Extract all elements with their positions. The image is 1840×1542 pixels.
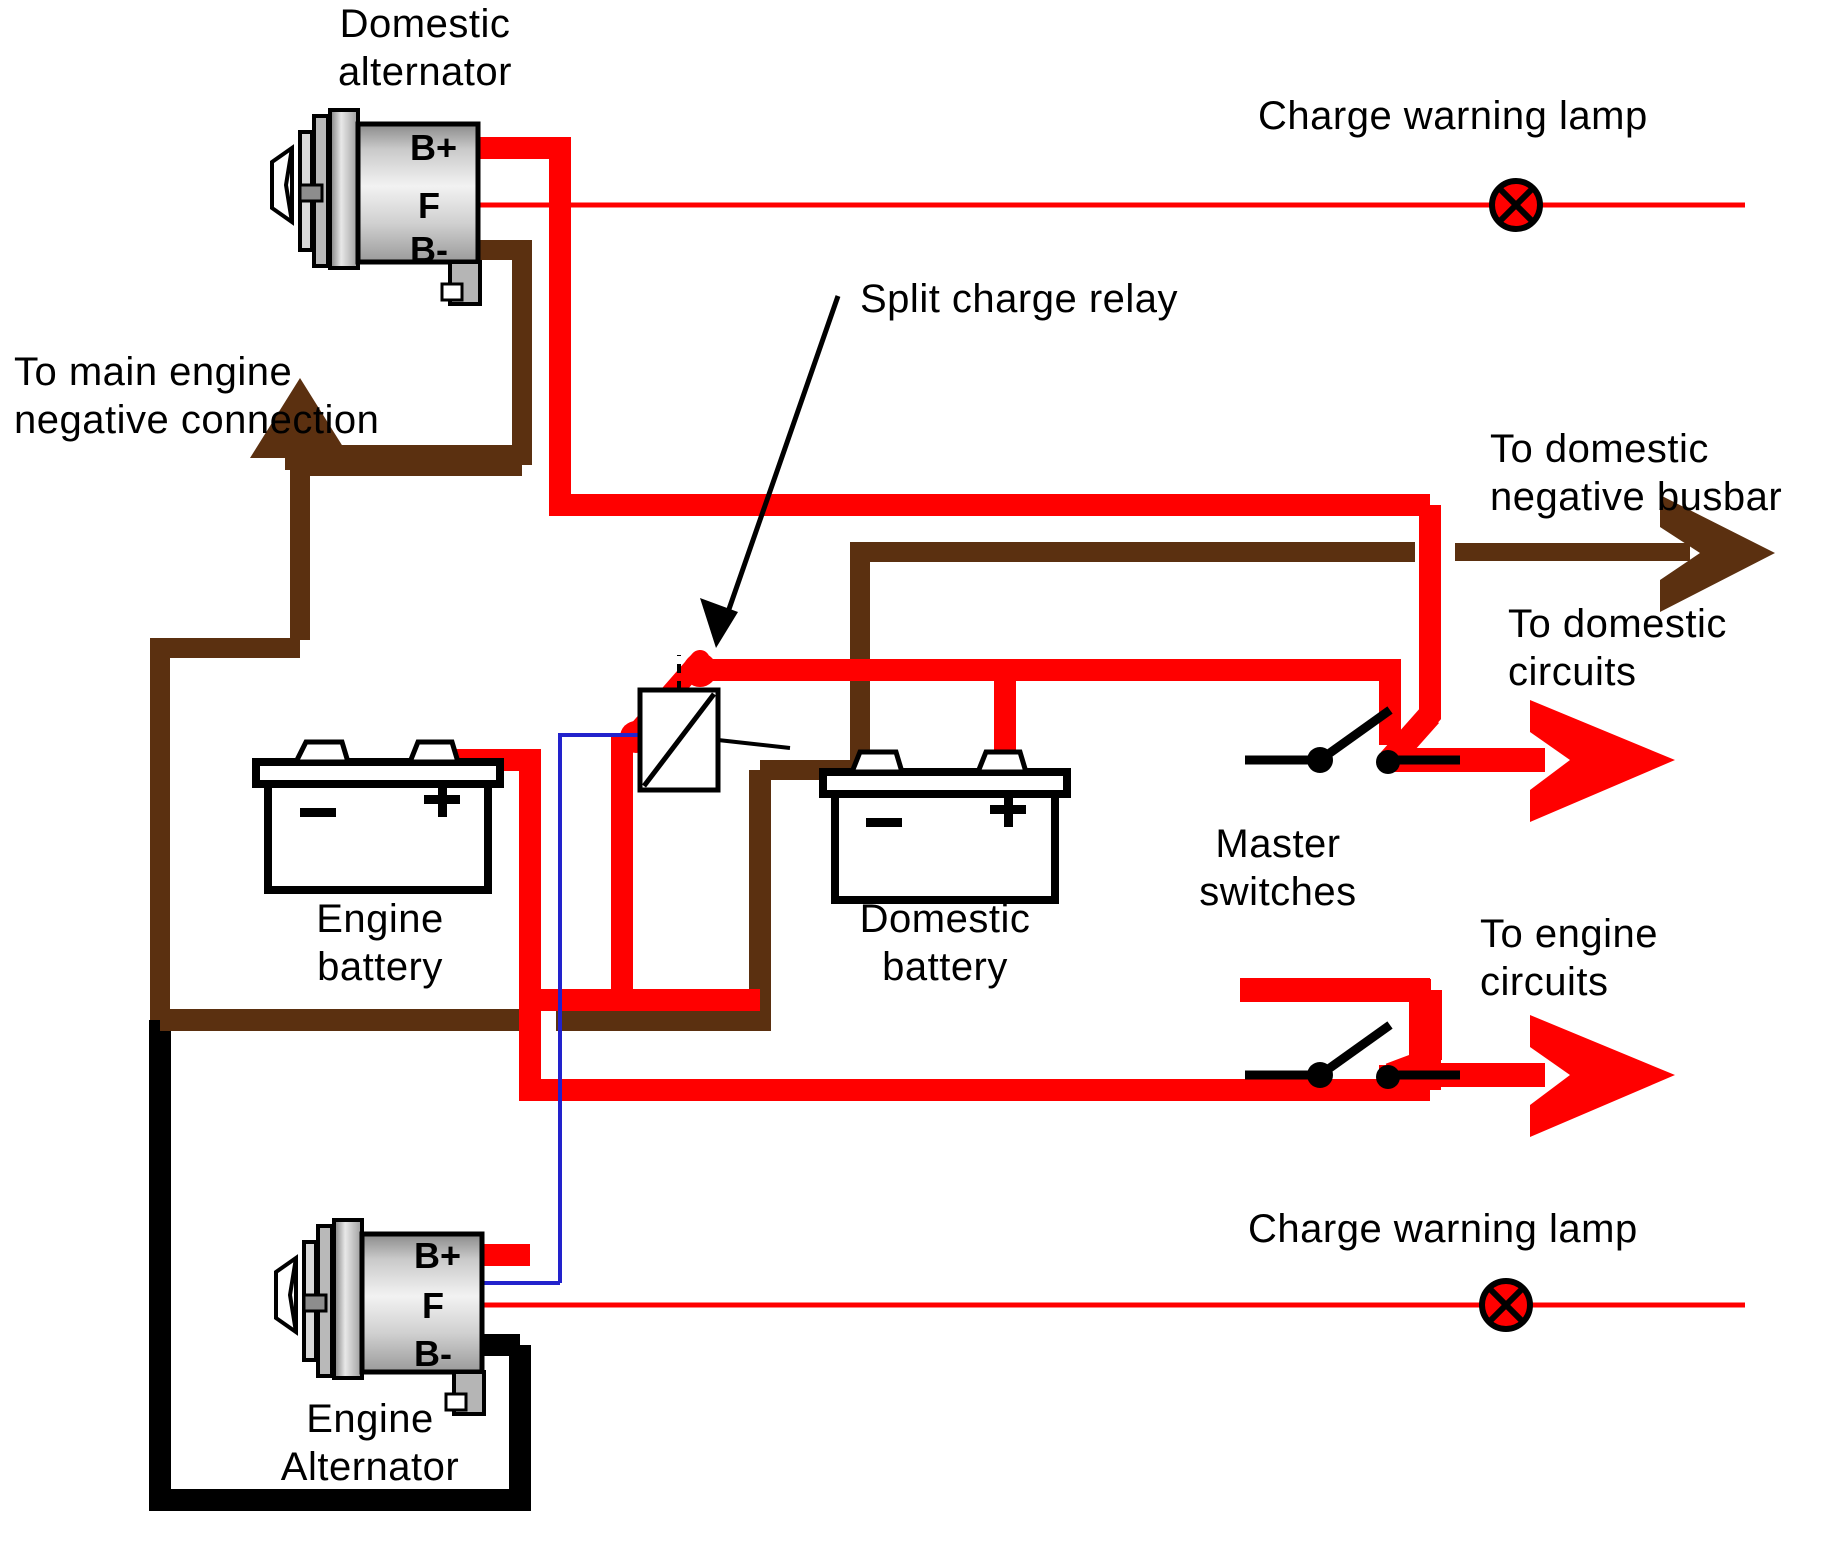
label-charge-warning-lamp-bottom: Charge warning lamp [1248,1207,1638,1251]
charge-warning-lamp-engine[interactable] [1479,1278,1533,1332]
terminal-label-domestic-f: F [418,185,440,226]
label-split-charge-relay: Split charge relay [860,277,1179,321]
terminal-label-domestic-b-plus: B+ [410,127,458,168]
engine-battery [252,739,504,894]
terminal-label-domestic-b-minus: B- [410,229,448,270]
charge-warning-lamp-domestic[interactable] [1489,178,1543,232]
domestic-battery [819,749,1071,904]
label-to-main-engine-negative: To main engine negative connection [14,350,380,442]
terminal-label-engine-b-minus: B- [414,1333,452,1374]
wiring-diagram-svg [149,108,1775,1511]
label-domestic-alternator: Domestic alternator [338,2,512,94]
label-engine-battery: Engine battery [316,897,444,989]
wiring-diagram-canvas: Domestic alternator Charge warning lamp … [0,0,1840,1542]
terminal-label-engine-f: F [422,1285,444,1326]
label-domestic-battery: Domestic battery [859,897,1031,989]
label-engine-alternator: Engine Alternator [280,1397,460,1489]
label-to-domestic-negative-busbar: To domestic negative busbar [1490,427,1783,519]
split-charge-relay-callout-arrow [700,295,841,648]
label-charge-warning-lamp-top: Charge warning lamp [1258,94,1648,138]
terminal-label-engine-b-plus: B+ [414,1235,462,1276]
label-to-domestic-circuits: To domestic circuits [1508,602,1727,694]
label-master-switches: Master switches [1199,822,1357,914]
label-to-engine-circuits: To engine circuits [1480,912,1658,1004]
